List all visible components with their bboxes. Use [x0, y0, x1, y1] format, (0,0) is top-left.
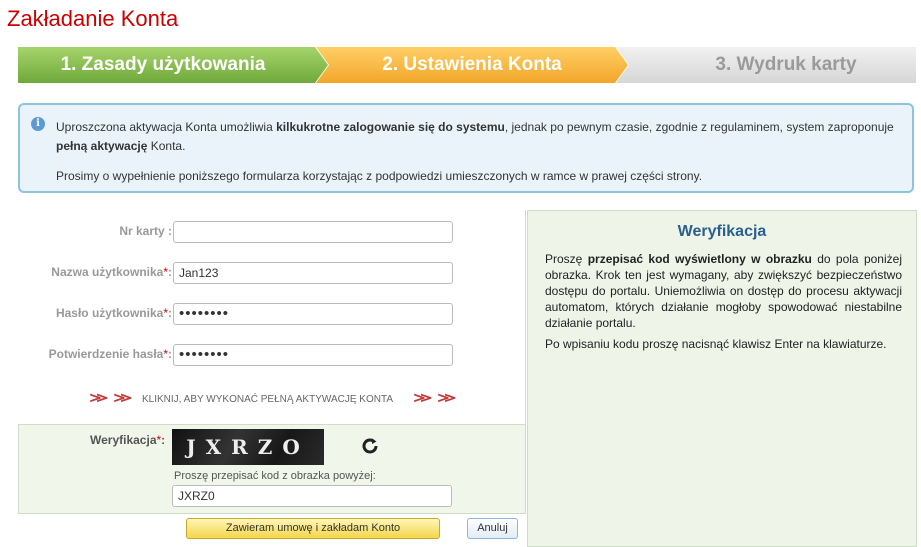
chevron-down-icon: ≫ [89, 390, 109, 405]
username-input[interactable]: Jan123 [173, 262, 453, 284]
refresh-captcha-icon[interactable] [361, 437, 379, 455]
card-number-label: Nr karty : [119, 224, 172, 238]
verification-help-panel: Weryfikacja Proszę przepisać kod wyświet… [527, 210, 917, 547]
chevron-down-icon: ≫ [437, 390, 457, 405]
help-text: Proszę przepisać kod wyświetlony w obraz… [545, 252, 902, 330]
confirm-password-input[interactable]: •••••••• [173, 344, 453, 366]
card-number-input[interactable] [173, 221, 453, 243]
info-box: i Uproszczona aktywacja Konta umożliwia … [18, 103, 914, 193]
full-activation-text[interactable]: KLIKNIJ, ABY WYKONAĆ PEŁNĄ AKTYWACJĘ KON… [142, 394, 393, 405]
verification-hint: Proszę przepisać kod z obrazka powyżej: [174, 470, 376, 482]
confirm-password-label: Potwierdzenie hasła*: [48, 347, 172, 361]
chevron-down-icon: ≫ [413, 390, 433, 405]
username-row: Nazwa użytkownika*: Jan123 [18, 262, 508, 286]
step-terms: 1. Zasady użytkowania [18, 47, 328, 83]
cancel-button[interactable]: Anuluj [467, 518, 518, 539]
step-terms-label: 1. Zasady użytkowania [60, 54, 266, 75]
page-title: Zakładanie Konta [7, 6, 179, 31]
help-enter-text: Po wpisaniu kodu proszę nacisnąć klawisz… [545, 337, 887, 351]
wizard-steps: 1. Zasady użytkowania 2. Ustawienia Kont… [18, 47, 916, 83]
step-card-print: 3. Wydruk karty [616, 47, 916, 83]
step-card-print-label: 3. Wydruk karty [715, 54, 857, 75]
verification-label: Weryfikacja*: [90, 433, 166, 447]
captcha-image: JXRZO [172, 429, 324, 465]
step-account-settings-label: 2. Ustawienia Konta [382, 54, 562, 75]
verification-input[interactable]: JXRZ0 [172, 485, 452, 507]
confirm-password-row: Potwierdzenie hasła*: •••••••• [18, 344, 508, 368]
card-number-row: Nr karty : [18, 221, 508, 245]
submit-button[interactable]: Zawieram umowę i zakładam Konto [186, 518, 440, 539]
info-icon: i [31, 117, 45, 131]
chevron-down-icon: ≫ [113, 390, 133, 405]
username-label: Nazwa użytkownika*: [51, 265, 172, 279]
info-text: Uproszczona aktywacja Konta umożliwia ki… [56, 120, 894, 153]
password-input[interactable]: •••••••• [173, 303, 453, 325]
step-account-settings: 2. Ustawienia Konta [316, 47, 628, 83]
info-instructions: Prosimy o wypełnienie poniższego formula… [56, 169, 703, 183]
password-label: Hasło użytkownika*: [55, 306, 172, 320]
verification-section: Weryfikacja*: JXRZO Proszę przepisać kod… [18, 424, 526, 514]
full-activation-link[interactable]: ≫ ≫ KLIKNIJ, ABY WYKONAĆ PEŁNĄ AKTYWACJĘ… [89, 390, 457, 408]
help-title: Weryfikacja [677, 223, 767, 240]
password-row: Hasło użytkownika*: •••••••• [18, 303, 508, 327]
